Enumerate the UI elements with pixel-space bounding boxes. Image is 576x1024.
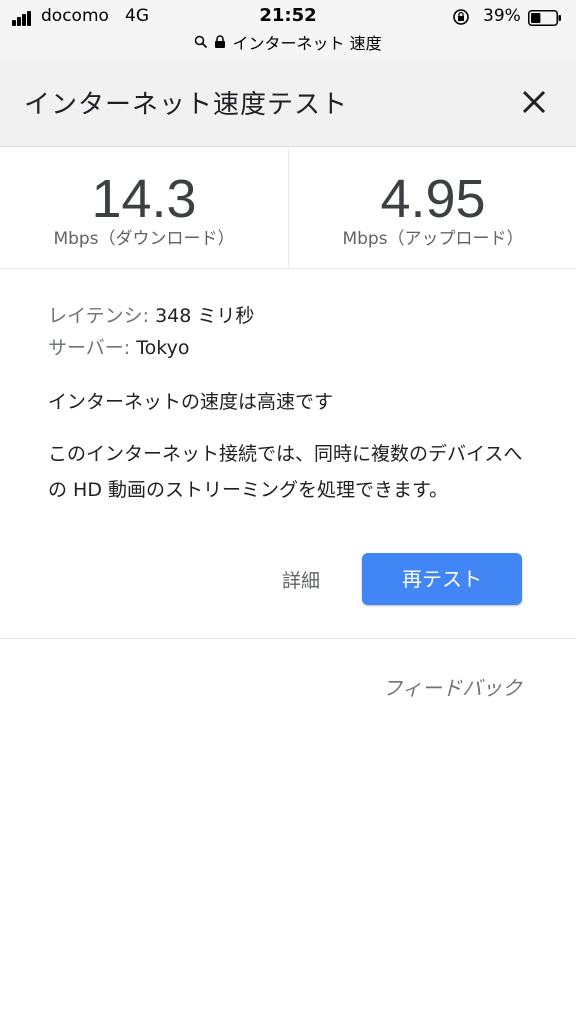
download-value: 14.3 (91, 169, 197, 229)
test-details: レイテンシ: 348 ミリ秒 サーバー: Tokyo インターネットの速度は高速… (48, 300, 538, 508)
latency-row: レイテンシ: 348 ミリ秒 (48, 300, 538, 332)
download-speed: 14.3 Mbps（ダウンロード） (0, 148, 288, 268)
status-bar: docomo 4G 21:52 39% インターネット 速度 (0, 0, 576, 60)
latency-value: 348 ミリ秒 (155, 305, 255, 327)
close-icon[interactable] (516, 84, 552, 120)
battery-percent: 39% (483, 6, 521, 26)
speed-results: 14.3 Mbps（ダウンロード） 4.95 Mbps（アップロード） (0, 148, 576, 269)
upload-speed: 4.95 Mbps（アップロード） (288, 148, 576, 268)
upload-unit: Mbps（アップロード） (342, 229, 524, 249)
search-icon (195, 35, 208, 49)
latency-label: レイテンシ: (48, 305, 150, 327)
upload-value: 4.95 (380, 169, 486, 229)
dialog-header: インターネット速度テスト (0, 60, 576, 147)
retest-button[interactable]: 再テスト (362, 553, 522, 605)
feedback-link[interactable]: フィードバック (382, 672, 522, 701)
address-bar[interactable]: インターネット 速度 (0, 30, 576, 54)
lock-icon (215, 35, 226, 48)
details-link[interactable]: 詳細 (282, 566, 320, 593)
speed-description: このインターネット接続では、同時に複数のデバイスへの HD 動画のストリーミング… (48, 443, 523, 501)
server-label: サーバー: (48, 337, 131, 359)
speed-summary: インターネットの速度は高速です (48, 391, 334, 413)
server-row: サーバー: Tokyo (48, 332, 538, 364)
download-unit: Mbps（ダウンロード） (53, 229, 235, 249)
divider (0, 638, 576, 639)
status-row: docomo 4G 21:52 39% (0, 4, 576, 30)
rotation-lock-icon (453, 9, 469, 25)
url-text: インターネット 速度 (232, 34, 382, 53)
server-value: Tokyo (136, 337, 190, 359)
page-title: インターネット速度テスト (24, 90, 349, 120)
battery-icon (528, 10, 561, 26)
